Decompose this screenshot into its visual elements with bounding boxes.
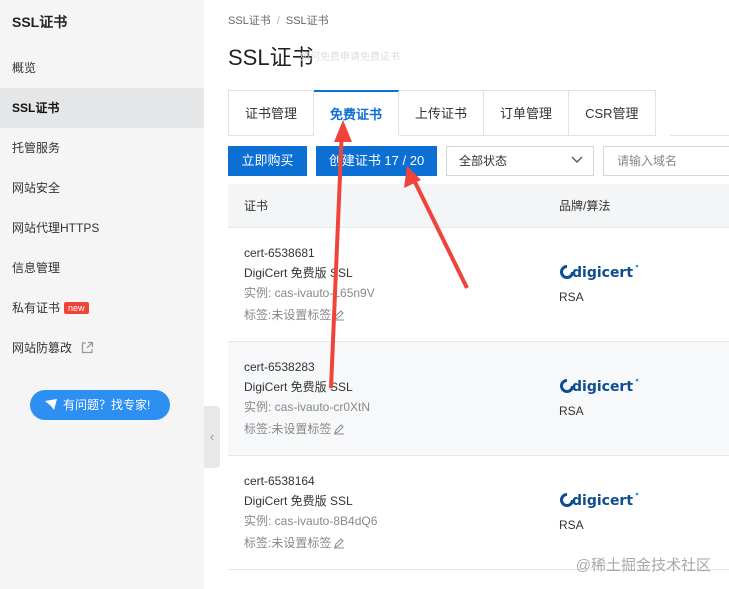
watermark: @稀土掘金技术社区 — [575, 557, 711, 574]
cert-tag: 标签:未设置标签 — [244, 422, 345, 438]
cert-id[interactable]: cert-6538681 — [244, 246, 315, 260]
sidebar-item-https-proxy[interactable]: 网站代理HTTPS — [0, 208, 204, 248]
cert-table: 证书 品牌/算法 cert-6538681 DigiCert 免费版 SSL 实… — [228, 184, 729, 570]
sidebar-item-site-security[interactable]: 网站安全 — [0, 168, 204, 208]
tab-upload-cert[interactable]: 上传证书 — [399, 90, 485, 136]
cert-algorithm: RSA — [559, 518, 584, 532]
digicert-logo: digicert — [559, 376, 639, 399]
breadcrumb-item[interactable]: SSL证书 — [228, 15, 271, 27]
cert-instance: 实例: cas-ivauto-cr0XtN — [244, 400, 371, 414]
cert-id[interactable]: cert-6538164 — [244, 474, 315, 488]
sidebar-collapse-handle[interactable]: ‹ — [204, 406, 220, 468]
ask-expert-button[interactable]: 有问题？找专家! — [30, 390, 170, 420]
new-badge: new — [64, 302, 89, 314]
tab-divider — [670, 135, 729, 136]
edit-pencil-icon[interactable] — [333, 423, 345, 438]
cert-tag-label: 标签:未设置标签 — [244, 422, 332, 436]
chevron-left-icon: ‹ — [209, 429, 215, 444]
sidebar: SSL证书 概览 SSL证书 托管服务 网站安全 网站代理HTTPS 信息管理 … — [0, 0, 204, 589]
edit-pencil-icon[interactable] — [333, 309, 345, 324]
cert-tag-label: 标签:未设置标签 — [244, 536, 332, 550]
sidebar-item-hosting[interactable]: 托管服务 — [0, 128, 204, 168]
sidebar-item-label: SSL证书 — [12, 101, 60, 115]
cert-tag: 标签:未设置标签 — [244, 308, 345, 324]
svg-text:digicert: digicert — [572, 493, 633, 509]
table-header: 证书 品牌/算法 — [228, 184, 729, 228]
tab-cert-management[interactable]: 证书管理 — [229, 90, 315, 136]
cert-instance: 实例: cas-ivauto-L65n9V — [244, 286, 375, 300]
table-row: cert-6538681 DigiCert 免费版 SSL 实例: cas-iv… — [228, 228, 729, 342]
table-row: cert-6538164 DigiCert 免费版 SSL 实例: cas-iv… — [228, 456, 729, 570]
sidebar-item-tamper-protection[interactable]: 网站防篡改 — [0, 328, 204, 368]
buy-now-button[interactable]: 立即购买 — [228, 146, 307, 176]
cert-product: DigiCert 免费版 SSL — [244, 266, 353, 280]
digicert-logo: digicert — [559, 262, 639, 285]
svg-text:digicert: digicert — [572, 379, 633, 395]
cert-product: DigiCert 免费版 SSL — [244, 380, 353, 394]
breadcrumb: SSL证书 / SSL证书 — [228, 12, 329, 28]
ask-expert-label: 有问题？找专家! — [63, 398, 151, 412]
sidebar-item-label: 网站代理HTTPS — [12, 221, 100, 235]
cert-instance: 实例: cas-ivauto-8B4dQ6 — [244, 514, 378, 528]
ghost-tooltip: 如何免费申请免费证书 — [300, 52, 400, 63]
svg-text:digicert: digicert — [572, 265, 633, 281]
sidebar-item-label: 网站防篡改 — [12, 341, 73, 355]
table-row: cert-6538283 DigiCert 免费版 SSL 实例: cas-iv… — [228, 342, 729, 456]
sidebar-item-ssl-cert[interactable]: SSL证书 — [0, 88, 204, 128]
column-header-cert: 证书 — [244, 199, 269, 213]
edit-pencil-icon[interactable] — [333, 537, 345, 552]
sidebar-item-info-management[interactable]: 信息管理 — [0, 248, 204, 288]
cert-product: DigiCert 免费版 SSL — [244, 494, 353, 508]
status-select[interactable]: 全部状态 — [446, 146, 594, 176]
tab-free-cert[interactable]: 免费证书 — [314, 90, 400, 136]
status-select-value: 全部状态 — [459, 154, 508, 168]
sidebar-item-label: 私有证书 — [12, 301, 61, 315]
chat-bubble-icon — [44, 398, 63, 412]
sidebar-item-label: 概览 — [12, 61, 37, 75]
sidebar-item-overview[interactable]: 概览 — [0, 48, 204, 88]
digicert-logo: digicert — [559, 490, 639, 513]
breadcrumb-separator: / — [276, 15, 280, 27]
domain-search-input[interactable] — [603, 146, 729, 176]
sidebar-title: SSL证书 — [12, 14, 68, 30]
cert-algorithm: RSA — [559, 404, 584, 418]
tab-order-management[interactable]: 订单管理 — [484, 90, 570, 136]
cert-algorithm: RSA — [559, 290, 584, 304]
column-header-brand-algo: 品牌/算法 — [559, 199, 611, 213]
tab-bar: 证书管理 免费证书 上传证书 订单管理 CSR管理 — [228, 90, 656, 136]
sidebar-item-label: 托管服务 — [12, 141, 61, 155]
sidebar-item-label: 网站安全 — [12, 181, 61, 195]
sidebar-item-label: 信息管理 — [12, 261, 61, 275]
cert-id[interactable]: cert-6538283 — [244, 360, 315, 374]
breadcrumb-item: SSL证书 — [285, 15, 329, 27]
external-link-icon — [81, 330, 94, 370]
cert-tag: 标签:未设置标签 — [244, 536, 345, 552]
sidebar-item-private-cert[interactable]: 私有证书 new — [0, 288, 204, 328]
create-cert-button[interactable]: 创建证书 17 / 20 — [316, 146, 437, 176]
cert-tag-label: 标签:未设置标签 — [244, 308, 332, 322]
tab-csr-management[interactable]: CSR管理 — [569, 90, 656, 136]
